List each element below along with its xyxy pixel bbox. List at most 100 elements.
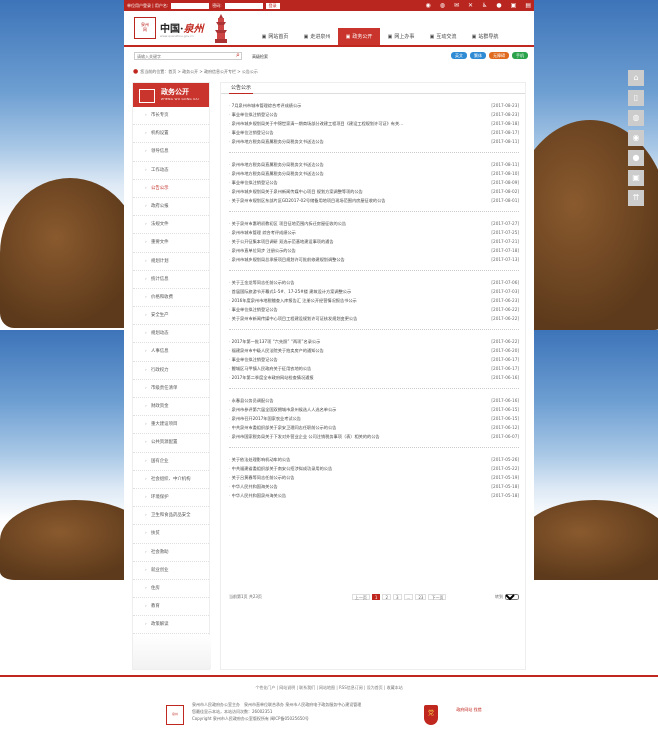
notice-title[interactable]: 泉州市城乡规划局关于中锦世家清一期商场部分改建工程项目《建设工程规划许可证》有关… xyxy=(229,119,465,128)
notice-title[interactable]: 中共泉州市委组织部关于泉安卫理同志任职前公示的公告 xyxy=(229,423,465,432)
notice-title[interactable]: 关于公开征集本项目调研 双选示范基地建设事项的通告 xyxy=(229,237,465,246)
app-icon[interactable]: ▤ xyxy=(525,2,531,9)
quick-link-button[interactable]: 英文 xyxy=(451,52,467,59)
apple-float-icon[interactable]: ● xyxy=(628,150,644,166)
notice-title[interactable]: 关于依法处理影响机动车的公告 xyxy=(229,455,465,464)
notice-title[interactable]: 鲤城区马甲镇人民政府关于征用农地的公告 xyxy=(229,364,465,373)
notice-row[interactable]: 首届国际旅游节开幕式1-5#、17-25#楼 建筑设计方案调整公示 [2017-0… xyxy=(229,287,519,296)
notice-title[interactable]: 2016年度泉州市地税稽查入库报告汇 注册公开经营情况报告书公示 xyxy=(229,296,465,305)
notice-title[interactable]: 泉州市城乡规划局关于泉州新闻传媒中心项目 规划方案调整等项的公告 xyxy=(229,187,465,196)
sidebar-item[interactable]: 国有企业 xyxy=(133,453,209,471)
notice-row[interactable]: 事业单位拟注销登记公告 [2017-06-22] xyxy=(229,305,519,314)
sidebar-item[interactable]: 教育 xyxy=(133,598,209,617)
notice-title[interactable]: 泉州市地方税务局直属税务分局税务文书送达公告 xyxy=(229,169,465,178)
notice-title[interactable]: 泉州市国家税务局关于下发对外营业企业 公司注销税务事项（表）相关的的公告 xyxy=(229,432,465,441)
sidebar-item[interactable]: 价格和收费 xyxy=(133,289,209,308)
username-input[interactable] xyxy=(171,2,210,9)
page-number[interactable]: 2 xyxy=(382,594,391,600)
sidebar-item[interactable]: 社会组织、中介机构 xyxy=(133,471,209,489)
notice-title[interactable]: 泉州市城市管理 综合考评成绩公示 xyxy=(229,228,465,237)
sidebar-item[interactable]: 政府公报 xyxy=(133,198,209,217)
sidebar-item[interactable]: 规划动态 xyxy=(133,325,209,344)
sidebar-item[interactable]: 机构设置 xyxy=(133,125,209,144)
notice-title[interactable]: 7月泉州市城市管理综合考评成绩公示 xyxy=(229,101,465,110)
weibo-float-icon[interactable]: ◉ xyxy=(628,130,644,146)
tab-notices[interactable]: 公告公示 xyxy=(229,83,254,94)
site-logo[interactable]: 泉州网 xyxy=(134,17,156,39)
android-icon[interactable]: ▣ xyxy=(511,2,517,9)
notice-title[interactable]: 2017年第一批137项 “六先照” “两项”名录公示 xyxy=(229,337,465,346)
notice-row[interactable]: 关于公开征集本项目调研 双选示范基地建设事项的通告 [2017-07-21] xyxy=(229,237,519,246)
login-button[interactable]: 登录 xyxy=(265,2,280,9)
nav-item[interactable]: ▣ 互动交流 xyxy=(422,28,464,45)
search-input[interactable] xyxy=(134,52,242,60)
home-icon[interactable]: ⌂ xyxy=(628,70,644,86)
nav-item[interactable]: ▣ 政务公开 xyxy=(338,28,380,45)
mail-icon[interactable]: ✉ xyxy=(454,2,459,9)
notice-row[interactable]: 泉州市城乡规划局关于中锦世家清一期商场部分改建工程项目《建设工程规划许可证》有关… xyxy=(229,119,519,128)
notice-title[interactable]: 事业单位注销登记公告 xyxy=(229,128,465,137)
tools-icon[interactable]: ✕ xyxy=(468,2,473,9)
sidebar-item[interactable]: 法规文件 xyxy=(133,216,209,235)
notice-row[interactable]: 泉州市地方税务局直属税务分局税务文书送达公告 [2017-08-10] xyxy=(229,169,519,178)
nav-item[interactable]: ▣ 站群导航 xyxy=(464,28,506,45)
notice-title[interactable]: 事业单位拟注销登记公告 xyxy=(229,110,465,119)
notice-title[interactable]: 事业单位拟注销登记公告 xyxy=(229,305,465,314)
sidebar-item[interactable]: 市级责任清单 xyxy=(133,380,209,398)
notice-row[interactable]: 事业单位拟注销登记公告 [2017-08-09] xyxy=(229,178,519,187)
sidebar-item[interactable]: 财政资金 xyxy=(133,398,209,417)
quick-link-button[interactable]: 繁体 xyxy=(470,52,486,59)
goto-select[interactable]: 1 xyxy=(505,594,519,600)
notice-row[interactable]: 泉州市参评第六届全国双拥城市泉州候选人人选名单公示 [2017-06-15] xyxy=(229,405,519,414)
notice-row[interactable]: 关于吕黄春等同志任前公示的公告 [2017-05-19] xyxy=(229,473,519,482)
notice-title[interactable]: 关于泉州市规划区东部片区GD2017-02号储备用地项目现场范围内房屋征收的公告 xyxy=(229,196,465,205)
sidebar-item[interactable]: 政策解读 xyxy=(133,616,209,635)
notice-row[interactable]: 关于泉州市惠明初教初区 项目征地范围内拆迁房屋征收的公告 [2017-07-27] xyxy=(229,219,519,228)
notice-title[interactable]: 中华人民共和国海关公告 xyxy=(229,482,465,491)
notice-row[interactable]: 2017年第一批137项 “六先照” “两项”名录公示 [2017-06-22] xyxy=(229,337,519,346)
page-number[interactable]: 1 xyxy=(371,594,381,600)
notice-title[interactable]: 关于吕黄春等同志任前公示的公告 xyxy=(229,473,465,482)
notice-row[interactable]: 泉州市城乡规划局总承接项目规划许可批前修建规划调整公告 [2017-07-13] xyxy=(229,255,519,264)
sidebar-item[interactable]: 重大建设项目 xyxy=(133,416,209,435)
sidebar-item[interactable]: 工作动态 xyxy=(133,162,209,180)
notice-title[interactable]: 泉州市召开2017年国家农业考试公告 xyxy=(229,414,465,423)
notice-row[interactable]: 泉州市城乡规划局关于泉州新闻传媒中心项目 规划方案调整等项的公告 [2017-08… xyxy=(229,187,519,196)
notice-title[interactable]: 泉州市参评第六届全国双拥城市泉州候选人人选名单公示 xyxy=(229,405,465,414)
notice-title[interactable]: 泉州市地方税务局直属税务分局税务文书送达公告 xyxy=(229,160,465,169)
password-input[interactable] xyxy=(224,2,263,9)
sidebar-item[interactable]: 住房 xyxy=(133,580,209,599)
quick-link-button[interactable]: 无障碍 xyxy=(489,52,509,59)
notice-title[interactable]: 中华人民共和国泉州海关公告 xyxy=(229,491,465,500)
notice-title[interactable]: 首届国际旅游节开幕式1-5#、17-25#楼 建筑设计方案调整公示 xyxy=(229,287,465,296)
sidebar-item[interactable]: 安全生产 xyxy=(133,307,209,326)
nav-item[interactable]: ▣ 走进泉州 xyxy=(296,28,338,45)
notice-row[interactable]: 泉州市直单位同步 注册公示的公告 [2017-07-18] xyxy=(229,246,519,255)
notice-title[interactable]: 关于泉州市新闻传媒中心项目工程建设规划许可证核发规划变更公告 xyxy=(229,314,465,323)
page-number[interactable]: 23 xyxy=(415,594,427,600)
page-number[interactable]: 3 xyxy=(393,594,402,600)
nav-item[interactable]: ▣ 网站首页 xyxy=(254,28,296,45)
notice-row[interactable]: 事业单位拟注销登记公告 [2017-08-23] xyxy=(229,110,519,119)
notice-row[interactable]: 泉州市城市管理 综合考评成绩公示 [2017-07-25] xyxy=(229,228,519,237)
notice-title[interactable]: 泉州市地方税务局直属税务分局税务文书送达公告 xyxy=(229,137,465,146)
notice-row[interactable]: 中华人民共和国海关公告 [2017-05-18] xyxy=(229,482,519,491)
notice-row[interactable]: 泉州市地方税务局直属税务分局税务文书送达公告 [2017-08-11] xyxy=(229,160,519,169)
notice-title[interactable]: 2017年第二季度全市政府网站检查情况通报 xyxy=(229,373,465,382)
notice-row[interactable]: 事业单位拟注销登记公告 [2017-06-17] xyxy=(229,355,519,364)
sidebar-item[interactable]: 统计信息 xyxy=(133,271,209,289)
notice-row[interactable]: 关于泉州市规划区东部片区GD2017-02号储备用地项目现场范围内房屋征收的公告… xyxy=(229,196,519,205)
apple-icon[interactable]: ● xyxy=(496,2,501,9)
notice-row[interactable]: 关于依法处理影响机动车的公告 [2017-05-26] xyxy=(229,455,519,464)
notice-row[interactable]: 泉州市国家税务局关于下发对外营业企业 公司注销税务事项（表）相关的的公告 [201… xyxy=(229,432,519,441)
notice-title[interactable]: 关于王金龙等同志任前公示的公告 xyxy=(229,278,465,287)
notice-title[interactable]: 关于泉州市惠明初教初区 项目征地范围内拆迁房屋征收的公告 xyxy=(229,219,465,228)
sidebar-item[interactable]: 公共资源配置 xyxy=(133,434,209,453)
notice-row[interactable]: 关于王金龙等同志任前公示的公告 [2017-07-06] xyxy=(229,278,519,287)
back-to-top-icon[interactable]: ⇈ xyxy=(628,190,644,206)
notice-row[interactable]: 2016年度泉州市地税稽查入库报告汇 注册公开经营情况报告书公示 [2017-06… xyxy=(229,296,519,305)
notice-row[interactable]: 鲤城区马甲镇人民政府关于征用农地的公告 [2017-06-17] xyxy=(229,364,519,373)
sidebar-item[interactable]: 公告公示 xyxy=(133,180,209,198)
party-badge[interactable]: 党 xyxy=(424,705,438,725)
notice-row[interactable]: 事业单位注销登记公告 [2017-08-17] xyxy=(229,128,519,137)
